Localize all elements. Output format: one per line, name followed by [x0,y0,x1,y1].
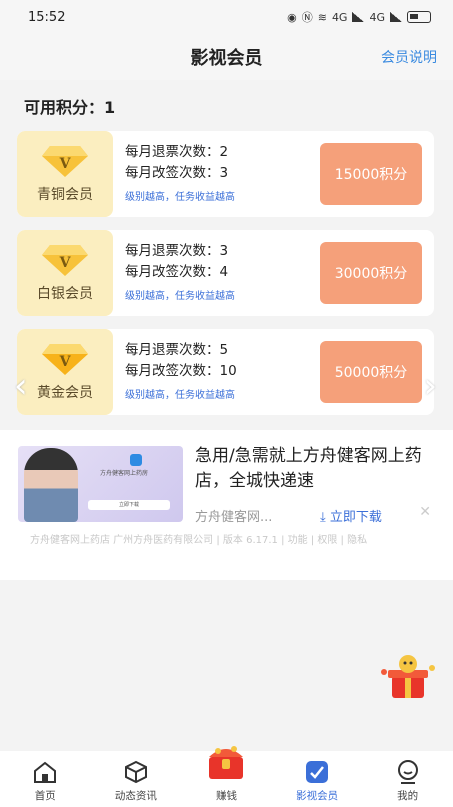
tab-news[interactable]: 动态资讯 [91,751,182,807]
svg-text:V: V [59,255,72,271]
ad-image-button: 立即下载 [88,500,170,510]
tab-label: 赚钱 [215,790,237,802]
ad-source: 方舟健客网... [195,510,273,525]
close-icon[interactable]: ✕ [419,504,431,520]
tier-hint: 级别越高，任务收益越高 [125,291,235,302]
chevron-right-icon[interactable]: › [423,366,437,406]
change-count: 每月改签次数：3 [125,165,229,181]
tab-home[interactable]: 首页 [0,751,91,807]
tab-label: 我的 [397,790,419,802]
tier-badge: V 白银会员 [17,230,113,316]
available-points: 可用积分：1 [24,98,116,117]
tier-info: 每月退票次数：5 每月改签次数：10 级别越高，任务收益越高 [113,329,320,415]
tier-badge: V 青铜会员 [17,131,113,217]
tier-card-bronze: V 青铜会员 每月退票次数：2 每月改签次数：3 级别越高，任务收益越高 150… [17,131,434,217]
tab-membership[interactable]: 影视会员 [272,751,363,807]
svg-text:V: V [59,354,72,370]
ad-image-title: 方舟健客网上药房 [100,470,149,477]
page-title: 影视会员 [190,48,263,69]
bottom-tab-bar: 首页 动态资讯 赚钱 影视会员 我的 [0,746,453,807]
ad-download-button[interactable]: ⤓ 立即下载 [320,506,382,525]
membership-check-icon [306,761,329,783]
tab-earn[interactable]: 赚钱 [181,746,272,807]
status-bar: 15:52 ◉ Ⓝ ≋ 4G 4G [0,0,453,34]
diamond-v-icon: V [40,144,90,178]
app-icon [130,454,142,466]
tier-info: 每月退票次数：3 每月改签次数：4 级别越高，任务收益越高 [113,230,320,316]
ad-person-image [24,448,78,522]
tab-label: 动态资讯 [114,790,157,802]
redeem-button[interactable]: 30000积分 [320,242,422,304]
tier-name: 白银会员 [37,286,93,302]
signal-icon [352,12,365,22]
battery-icon [407,11,431,23]
redeem-button[interactable]: 50000积分 [320,341,422,403]
chevron-left-icon[interactable]: ‹ [14,366,28,406]
diamond-v-icon: V [40,342,90,376]
tier-info: 每月退票次数：2 每月改签次数：3 级别越高，任务收益越高 [113,131,320,217]
profile-icon [397,760,418,784]
nfc-icon: Ⓝ [301,11,313,24]
tier-card-silver: V 白银会员 每月退票次数：3 每月改签次数：4 级别越高，任务收益越高 300… [17,230,434,316]
network-label-1: 4G [331,10,348,24]
ad-image[interactable]: 方舟健客网上药房 立即下载 [18,446,183,522]
treasure-chest-icon [209,746,244,779]
redeem-button[interactable]: 15000积分 [320,143,422,205]
status-time: 15:52 [28,9,66,25]
network-label-2: 4G [369,10,385,24]
floating-gift-icon[interactable] [378,652,438,702]
tier-hint: 级别越高，任务收益越高 [125,390,235,401]
tier-card-gold: V 黄金会员 每月退票次数：5 每月改签次数：10 级别越高，任务收益越高 50… [17,329,434,415]
svg-text:V: V [59,156,72,172]
tab-label: 影视会员 [296,790,339,802]
diamond-v-icon: V [40,243,90,277]
eye-icon: ◉ [287,10,297,24]
ad-banner[interactable]: 方舟健客网上药房 立即下载 急用/急需就上方舟健客网上药店，全城快递速 方舟健客… [0,430,453,580]
ad-meta[interactable]: 方舟健客网上药店 广州方舟医药有限公司 | 版本 6.17.1 | 功能 | 权… [30,533,430,548]
tab-label: 首页 [34,790,56,802]
status-icons: ◉ Ⓝ ≋ 4G 4G [287,9,431,25]
home-icon [34,761,57,783]
refund-count: 每月退票次数：3 [125,243,229,259]
tier-name: 青铜会员 [37,187,93,203]
tier-hint: 级别越高，任务收益越高 [125,192,235,203]
refund-count: 每月退票次数：5 [125,342,229,358]
wifi-icon: ≋ [317,10,327,24]
change-count: 每月改签次数：4 [125,264,229,280]
ad-headline[interactable]: 急用/急需就上方舟健客网上药店，全城快递速 [195,444,440,494]
refund-count: 每月退票次数：2 [125,144,229,160]
signal-icon-2 [390,12,402,22]
tab-profile[interactable]: 我的 [362,751,453,807]
cube-icon [124,760,147,784]
membership-info-link[interactable]: 会员说明 [381,47,437,67]
header: 影视会员 会员说明 [0,34,453,80]
tier-badge: V 黄金会员 [17,329,113,415]
change-count: 每月改签次数：10 [125,363,237,379]
tier-name: 黄金会员 [37,385,93,401]
